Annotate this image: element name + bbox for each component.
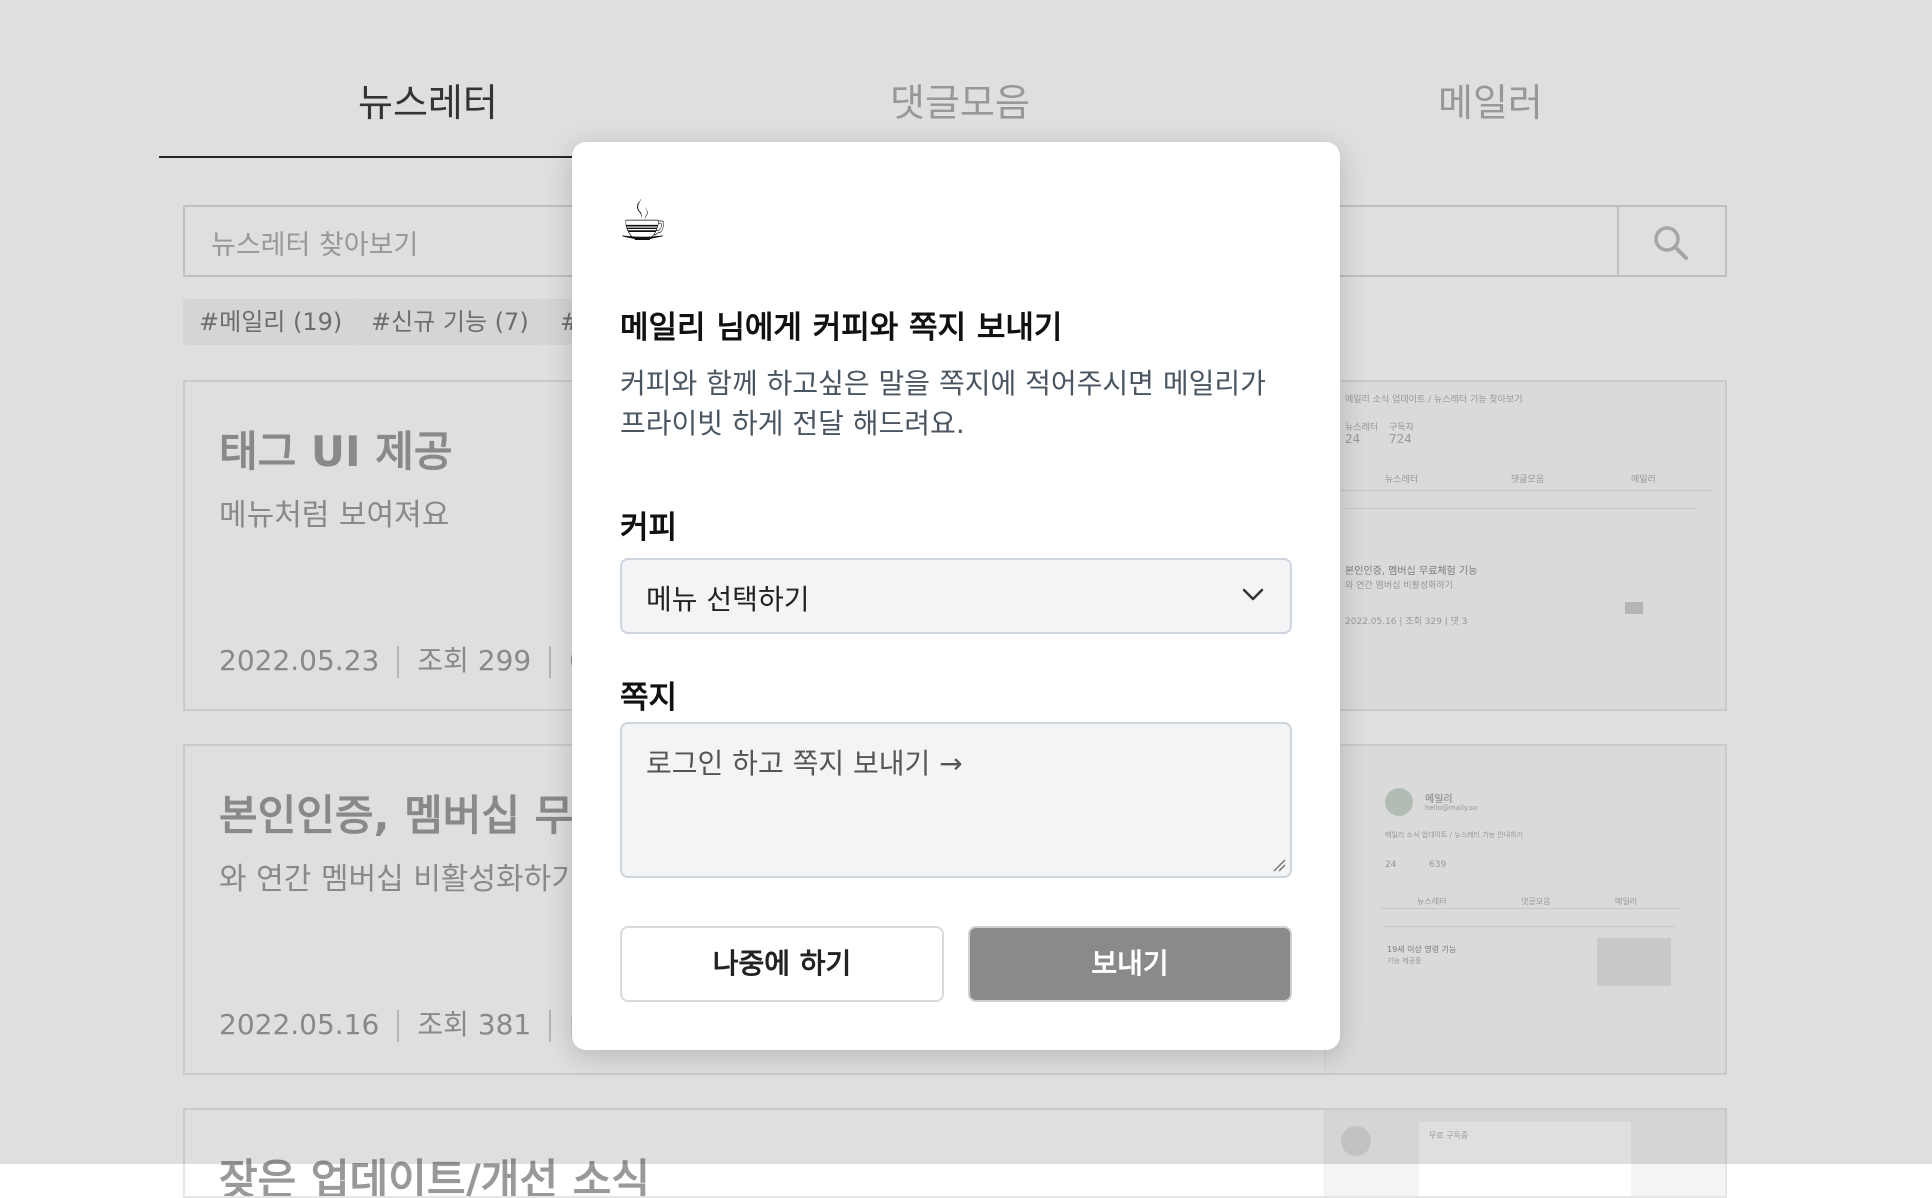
note-placeholder: 로그인 하고 쪽지 보내기 →	[646, 747, 963, 780]
coffee-select-value: 메뉴 선택하기	[646, 583, 810, 616]
resize-handle-icon[interactable]	[1272, 858, 1286, 872]
chevron-down-icon	[1242, 588, 1264, 601]
later-button[interactable]: 나중에 하기	[620, 926, 944, 1002]
coffee-menu-select[interactable]: 메뉴 선택하기	[620, 558, 1292, 634]
coffee-cup-icon: ☕	[618, 189, 669, 254]
coffee-modal: ☕ 메일리 님에게 커피와 쪽지 보내기 커피와 함께 하고싶은 말을 쪽지에 …	[572, 142, 1340, 1050]
send-button[interactable]: 보내기	[968, 926, 1292, 1002]
note-textarea[interactable]: 로그인 하고 쪽지 보내기 →	[620, 722, 1292, 878]
modal-description: 커피와 함께 하고싶은 말을 쪽지에 적어주시면 메일리가 프라이빗 하게 전달…	[620, 367, 1266, 440]
note-label: 쪽지	[620, 680, 678, 716]
modal-title: 메일리 님에게 커피와 쪽지 보내기	[620, 310, 1063, 346]
coffee-label: 커피	[620, 510, 678, 546]
